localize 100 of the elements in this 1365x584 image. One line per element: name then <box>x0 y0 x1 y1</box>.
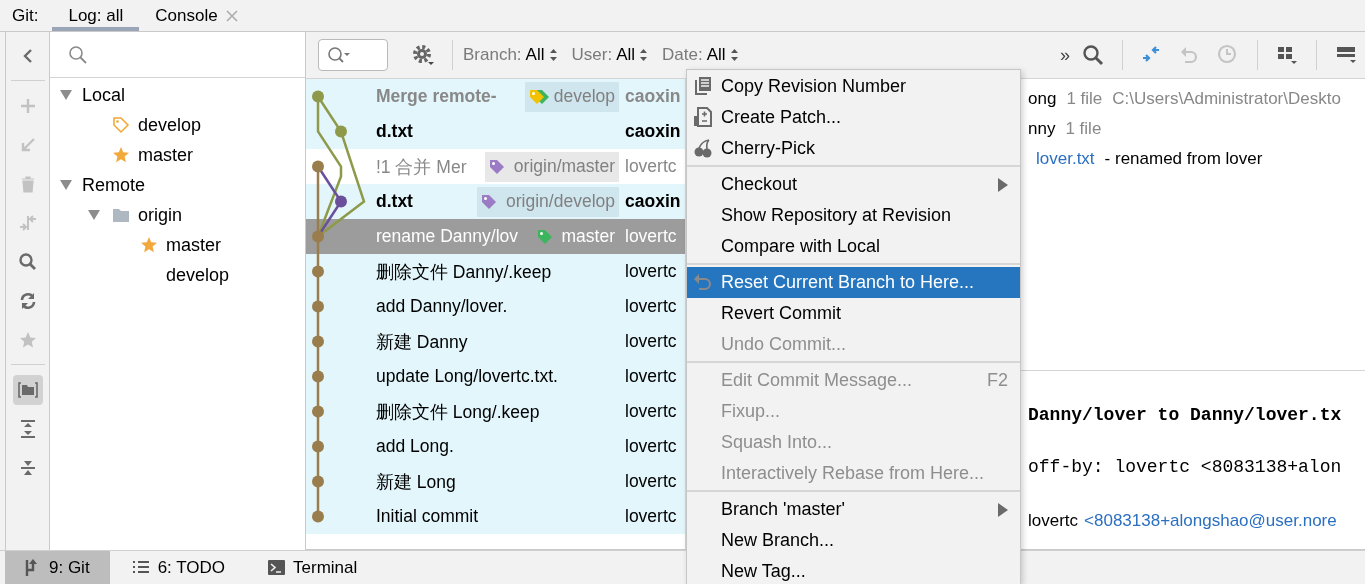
commit-row[interactable]: 新建 Danny lovertc <box>306 324 685 359</box>
tool-window-tab[interactable]: Terminal <box>249 551 378 584</box>
commit-row[interactable]: add Long. lovertc <box>306 429 685 464</box>
branch-label: origin/develop <box>477 186 619 217</box>
commit-message: 删除文件 Long/.keep <box>376 400 540 424</box>
menu-item[interactable]: New Branch... <box>687 525 1020 556</box>
commit-author: lovertc <box>625 296 678 317</box>
patch-icon <box>693 107 713 127</box>
terminal-icon <box>267 558 286 577</box>
expand-arrow-icon[interactable] <box>59 178 73 192</box>
commit-message: Merge remote- <box>376 86 497 107</box>
menu-item[interactable]: Show Repository at Revision <box>687 200 1020 231</box>
commit-node <box>335 125 347 138</box>
commit-node <box>312 335 324 348</box>
commit-row[interactable]: Initial commit lovertc <box>306 499 685 534</box>
file-note: - renamed from lover <box>1104 149 1263 169</box>
commit-row[interactable]: update Long/lovertc.txt. lovertc <box>306 359 685 394</box>
file-count: 1 file <box>1066 89 1103 109</box>
tab[interactable]: Console <box>139 0 254 31</box>
expand-arrow-icon[interactable] <box>87 208 101 222</box>
commit-message: off-by: lovertc <8083138+alon <box>1028 456 1343 479</box>
commit-message: rename Danny/lov <box>376 226 519 247</box>
menu-item[interactable]: Compare with Local <box>687 231 1020 262</box>
commit-author: lovertc <box>625 226 678 247</box>
tree-item[interactable]: master <box>138 144 193 166</box>
cherry-icon <box>693 138 713 158</box>
commit-message: 删除文件 Danny/.keep <box>376 260 552 284</box>
search-icon <box>68 44 88 65</box>
tree-item[interactable]: origin <box>138 204 183 226</box>
commit-node <box>312 405 324 418</box>
commit-author: lovertc <box>1028 511 1079 531</box>
commit-row[interactable]: !1 合并 Mer origin/master lovertc <box>306 149 685 184</box>
tree-item[interactable]: Local <box>82 84 126 106</box>
commit-author: lovertc <box>625 261 678 282</box>
commit-node <box>312 475 324 488</box>
commit-author: lovertc <box>625 436 678 457</box>
menu-item[interactable]: Copy Revision Number <box>687 71 1020 102</box>
commit-row[interactable]: d.txt origin/develop caoxin <box>306 184 685 219</box>
settings-icon <box>411 43 435 67</box>
change-author: nny <box>1028 119 1056 139</box>
tool-window-tab[interactable]: 9: Git <box>5 551 110 584</box>
commit-message: d.txt <box>376 191 413 212</box>
search-icon <box>17 251 38 272</box>
commit-node <box>312 370 324 383</box>
tag-icon <box>112 116 130 134</box>
commit-node <box>335 195 347 208</box>
commit-row[interactable]: 新建 Long lovertc <box>306 464 685 499</box>
shortcut-label: F2 <box>987 370 1008 391</box>
commit-author: caoxin <box>625 121 682 142</box>
menu-item[interactable]: Checkout <box>687 169 1020 200</box>
commit-node <box>312 510 324 523</box>
commit-message: d.txt <box>376 121 413 142</box>
commit-row[interactable]: 删除文件 Long/.keep lovertc <box>306 394 685 429</box>
filter-dropdown[interactable]: User: All <box>571 45 649 65</box>
branch-label: develop <box>524 81 619 112</box>
commit-node <box>312 300 324 313</box>
more-button[interactable]: » <box>1060 44 1070 66</box>
copy-icon <box>693 76 713 96</box>
folder-icon <box>17 379 38 400</box>
commit-node <box>312 265 324 278</box>
menu-item[interactable]: Revert Commit <box>687 298 1020 329</box>
commit-node <box>312 160 324 173</box>
commit-message: Initial commit <box>376 506 479 527</box>
menu-item[interactable]: New Tag... <box>687 556 1020 584</box>
file-path: C:\Users\Administrator\Deskto <box>1112 89 1341 109</box>
commit-author: lovertc <box>625 471 678 492</box>
tree-item[interactable]: Remote <box>82 174 146 196</box>
search-field[interactable] <box>318 39 388 71</box>
change-author: ong <box>1028 89 1057 109</box>
tree-item[interactable]: develop <box>166 264 230 286</box>
commit-message: !1 合并 Mer <box>376 155 467 179</box>
commit-message: 新建 Danny <box>376 330 468 354</box>
branch-label: origin/master <box>484 151 619 182</box>
menu-item[interactable]: Branch 'master' <box>687 494 1020 525</box>
commit-row[interactable]: add Danny/lover. lovertc <box>306 289 685 324</box>
commit-row[interactable]: 删除文件 Danny/.keep lovertc <box>306 254 685 289</box>
filter-dropdown[interactable]: Branch: All <box>463 45 558 65</box>
expand-arrow-icon[interactable] <box>59 88 73 102</box>
grid-icon <box>1276 44 1298 66</box>
commit-author: lovertc <box>625 401 678 422</box>
tool-window-tab[interactable]: 6: TODO <box>113 551 246 584</box>
menu-item[interactable]: Reset Current Branch to Here... <box>687 267 1020 298</box>
commit-row[interactable]: d.txt caoxin <box>306 114 685 149</box>
sort-arrows-icon <box>729 48 739 62</box>
close-icon[interactable] <box>225 9 238 22</box>
filter-dropdown[interactable]: Date: All <box>662 45 739 65</box>
commit-author: caoxin <box>625 191 682 212</box>
folder-button[interactable] <box>12 374 43 405</box>
commit-node <box>312 230 324 243</box>
commit-node <box>312 90 324 103</box>
email-link[interactable]: <8083138+alongshao@user.nore <box>1084 511 1337 531</box>
menu-item[interactable]: Cherry-Pick <box>687 133 1020 164</box>
menu-item[interactable]: Create Patch... <box>687 102 1020 133</box>
file-link[interactable]: lover.txt <box>1036 149 1095 169</box>
tree-item[interactable]: develop <box>138 114 202 136</box>
tree-item[interactable]: master <box>166 234 221 256</box>
commit-message: add Long. <box>376 436 454 457</box>
commit-message: update Long/lovertc.txt. <box>376 366 558 387</box>
commit-author: lovertc <box>625 331 678 352</box>
sort-arrows-icon <box>548 48 558 62</box>
